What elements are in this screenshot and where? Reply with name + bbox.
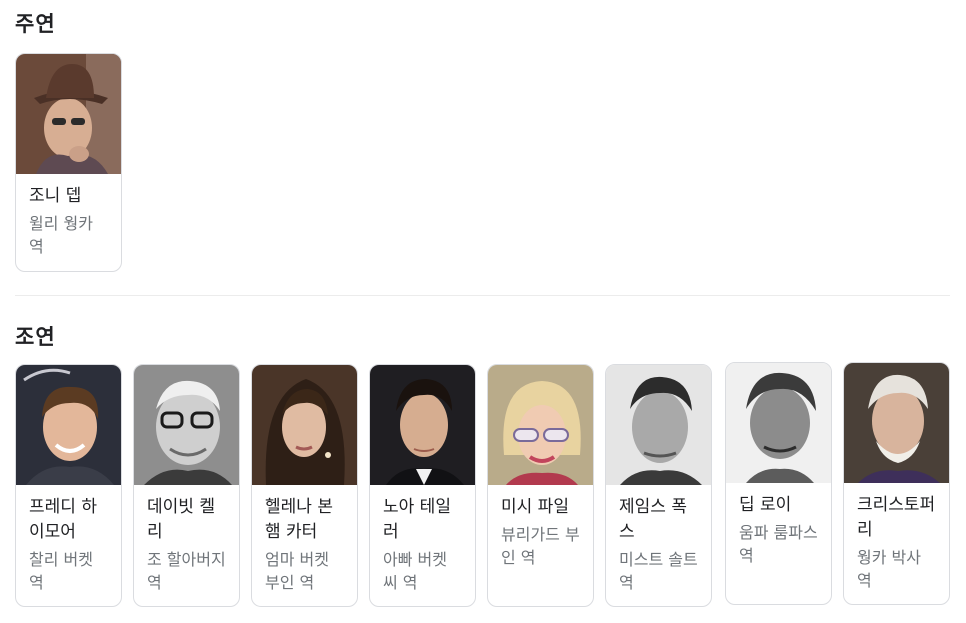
actor-name: 조니 뎁 bbox=[29, 186, 82, 206]
character-role: 움파 룸파스 역 bbox=[739, 523, 818, 565]
cast-card-helena-bonham-carter[interactable]: 헬레나 본햄 카터 엄마 버켓 부인 역 bbox=[251, 364, 358, 607]
character-role: 뷰리가드 부인 역 bbox=[501, 525, 580, 567]
actor-name: 헬레나 본햄 카터 bbox=[265, 497, 333, 542]
supporting-cast-heading: 조연 bbox=[15, 325, 56, 349]
character-role: 찰리 버켓 역 bbox=[29, 550, 93, 592]
actor-name: 노아 테일러 bbox=[383, 497, 451, 542]
character-role: 조 할아버지 역 bbox=[147, 550, 226, 592]
cast-card-david-kelly[interactable]: 데이빗 켈리 조 할아버지 역 bbox=[133, 364, 240, 607]
cast-card-johnny-depp[interactable]: 조니 뎁 윌리 웡카 역 bbox=[15, 53, 122, 272]
actor-name: 크리스토퍼 리 bbox=[857, 495, 936, 540]
actor-name: 미시 파일 bbox=[501, 497, 569, 517]
actor-photo-missi-pyle bbox=[488, 365, 593, 485]
character-role: 웡카 박사 역 bbox=[857, 548, 921, 590]
cast-card-deep-roy[interactable]: 딥 로이 움파 룸파스 역 bbox=[725, 362, 832, 605]
actor-photo-freddie-highmore bbox=[16, 365, 121, 485]
character-role: 엄마 버켓 부인 역 bbox=[265, 550, 329, 592]
cast-card-noah-taylor[interactable]: 노아 테일러 아빠 버켓 씨 역 bbox=[369, 364, 476, 607]
actor-name: 데이빗 켈리 bbox=[147, 497, 215, 542]
actor-photo-noah-taylor bbox=[370, 365, 475, 485]
main-cast-heading: 주연 bbox=[15, 12, 56, 36]
cast-card-christopher-lee[interactable]: 크리스토퍼 리 웡카 박사 역 bbox=[843, 362, 950, 605]
actor-photo-helena-bonham-carter bbox=[252, 365, 357, 485]
actor-name: 제임스 폭스 bbox=[619, 497, 687, 542]
actor-photo-james-fox bbox=[606, 365, 711, 485]
actor-name: 프레디 하이모어 bbox=[29, 497, 97, 542]
cast-card-freddie-highmore[interactable]: 프레디 하이모어 찰리 버켓 역 bbox=[15, 364, 122, 607]
cast-card-james-fox[interactable]: 제임스 폭스 미스트 솔트 역 bbox=[605, 364, 712, 607]
section-divider bbox=[15, 295, 950, 296]
actor-photo-deep-roy bbox=[726, 363, 831, 483]
actor-photo-david-kelly bbox=[134, 365, 239, 485]
actor-name: 딥 로이 bbox=[739, 495, 792, 515]
character-role: 아빠 버켓 씨 역 bbox=[383, 550, 447, 592]
actor-photo-johnny-depp bbox=[16, 54, 121, 174]
actor-photo-christopher-lee bbox=[844, 363, 949, 483]
cast-card-missi-pyle[interactable]: 미시 파일 뷰리가드 부인 역 bbox=[487, 364, 594, 607]
character-role: 미스트 솔트 역 bbox=[619, 550, 698, 592]
character-role: 윌리 웡카 역 bbox=[29, 214, 93, 256]
